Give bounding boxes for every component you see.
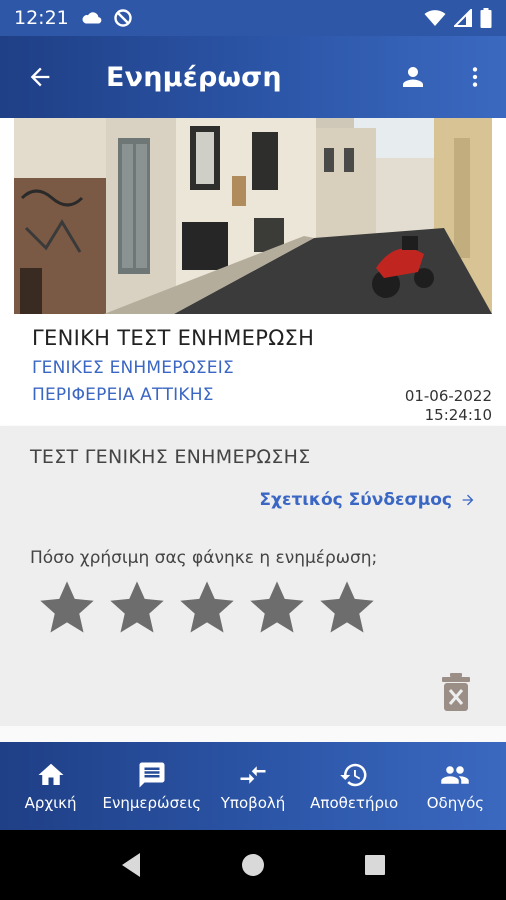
battery-icon	[480, 8, 492, 28]
status-time: 12:21	[14, 7, 69, 29]
history-icon	[340, 763, 367, 787]
nav-label: Υποβολή	[220, 794, 286, 812]
nav-item-repository[interactable]: Αποθετήριο	[304, 742, 405, 830]
bottom-navigation: Αρχική Ενημερώσεις Υποβολή Αποθετήριο Οδ…	[0, 742, 506, 830]
nav-label: Αρχική	[24, 794, 77, 812]
wifi-icon	[424, 10, 446, 26]
system-recents-button[interactable]	[345, 835, 405, 895]
more-vert-icon	[472, 67, 478, 87]
message-icon	[139, 762, 165, 788]
article-date: 01-06-2022	[404, 387, 492, 405]
nav-label: Αποθετήριο	[310, 794, 399, 812]
system-back-button[interactable]	[101, 835, 161, 895]
back-triangle-icon	[122, 853, 140, 877]
system-home-button[interactable]	[223, 835, 283, 895]
arrow-forward-icon	[462, 494, 474, 506]
people-icon	[441, 766, 470, 784]
article-body: ΤΕΣΤ ΓΕΝΙΚΗΣ ΕΝΗΜΕΡΩΣΗΣ	[30, 446, 311, 468]
sync-disabled-icon	[114, 9, 132, 27]
nav-label: Ενημερώσεις	[102, 794, 202, 812]
nav-item-submit[interactable]: Υποβολή	[202, 742, 303, 830]
article-region[interactable]: ΠΕΡΙΦΕΡΕΙΑ ΑΤΤΙΚΗΣ	[32, 385, 214, 405]
delete-button[interactable]	[440, 672, 472, 712]
related-link[interactable]: Σχετικός Σύνδεσμος	[259, 490, 476, 510]
app-bar: Ενημέρωση	[0, 36, 506, 118]
page-title: Ενημέρωση	[106, 61, 282, 93]
article-datetime: 01-06-2022 15:24:10	[405, 387, 492, 425]
compare-arrows-icon	[240, 766, 266, 784]
nav-label: Οδηγός	[426, 794, 485, 812]
related-link-label: Σχετικός Σύνδεσμος	[259, 490, 452, 510]
star-5[interactable]	[312, 576, 382, 640]
delete-icon	[442, 673, 470, 711]
system-navigation-bar	[0, 830, 506, 900]
content-spacer	[0, 726, 506, 742]
rating-stars[interactable]	[32, 576, 382, 640]
star-4[interactable]	[242, 576, 312, 640]
article-category[interactable]: ΓΕΝΙΚΕΣ ΕΝΗΜΕΡΩΣΕΙΣ	[32, 358, 234, 378]
article-header: ΓΕΝΙΚΗ ΤΕΣΤ ΕΝΗΜΕΡΩΣΗ ΓΕΝΙΚΕΣ ΕΝΗΜΕΡΩΣΕΙ…	[0, 314, 506, 426]
article-content: ΤΕΣΤ ΓΕΝΙΚΗΣ ΕΝΗΜΕΡΩΣΗΣ Σχετικός Σύνδεσμ…	[0, 426, 506, 726]
cloud-icon	[82, 12, 102, 24]
home-circle-icon	[242, 854, 264, 876]
back-button[interactable]	[0, 36, 80, 118]
star-3[interactable]	[172, 576, 242, 640]
back-arrow-icon	[30, 67, 50, 87]
star-2[interactable]	[102, 576, 172, 640]
article-image	[14, 118, 492, 314]
star-1[interactable]	[32, 576, 102, 640]
nav-item-updates[interactable]: Ενημερώσεις	[101, 742, 202, 830]
account-icon	[403, 67, 423, 87]
recents-square-icon	[365, 855, 385, 875]
signal-icon	[454, 9, 472, 27]
street-photo	[14, 118, 492, 314]
rating-question: Πόσο χρήσιμη σας φάνηκε η ενημέρωση;	[30, 548, 378, 568]
nav-item-guide[interactable]: Οδηγός	[405, 742, 506, 830]
home-icon	[38, 763, 64, 785]
article-title: ΓΕΝΙΚΗ ΤΕΣΤ ΕΝΗΜΕΡΩΣΗ	[32, 326, 315, 350]
article-time: 15:24:10	[424, 406, 492, 424]
account-button[interactable]	[382, 36, 444, 118]
more-options-button[interactable]	[444, 36, 506, 118]
status-bar: 12:21	[0, 0, 506, 36]
nav-item-home[interactable]: Αρχική	[0, 742, 101, 830]
